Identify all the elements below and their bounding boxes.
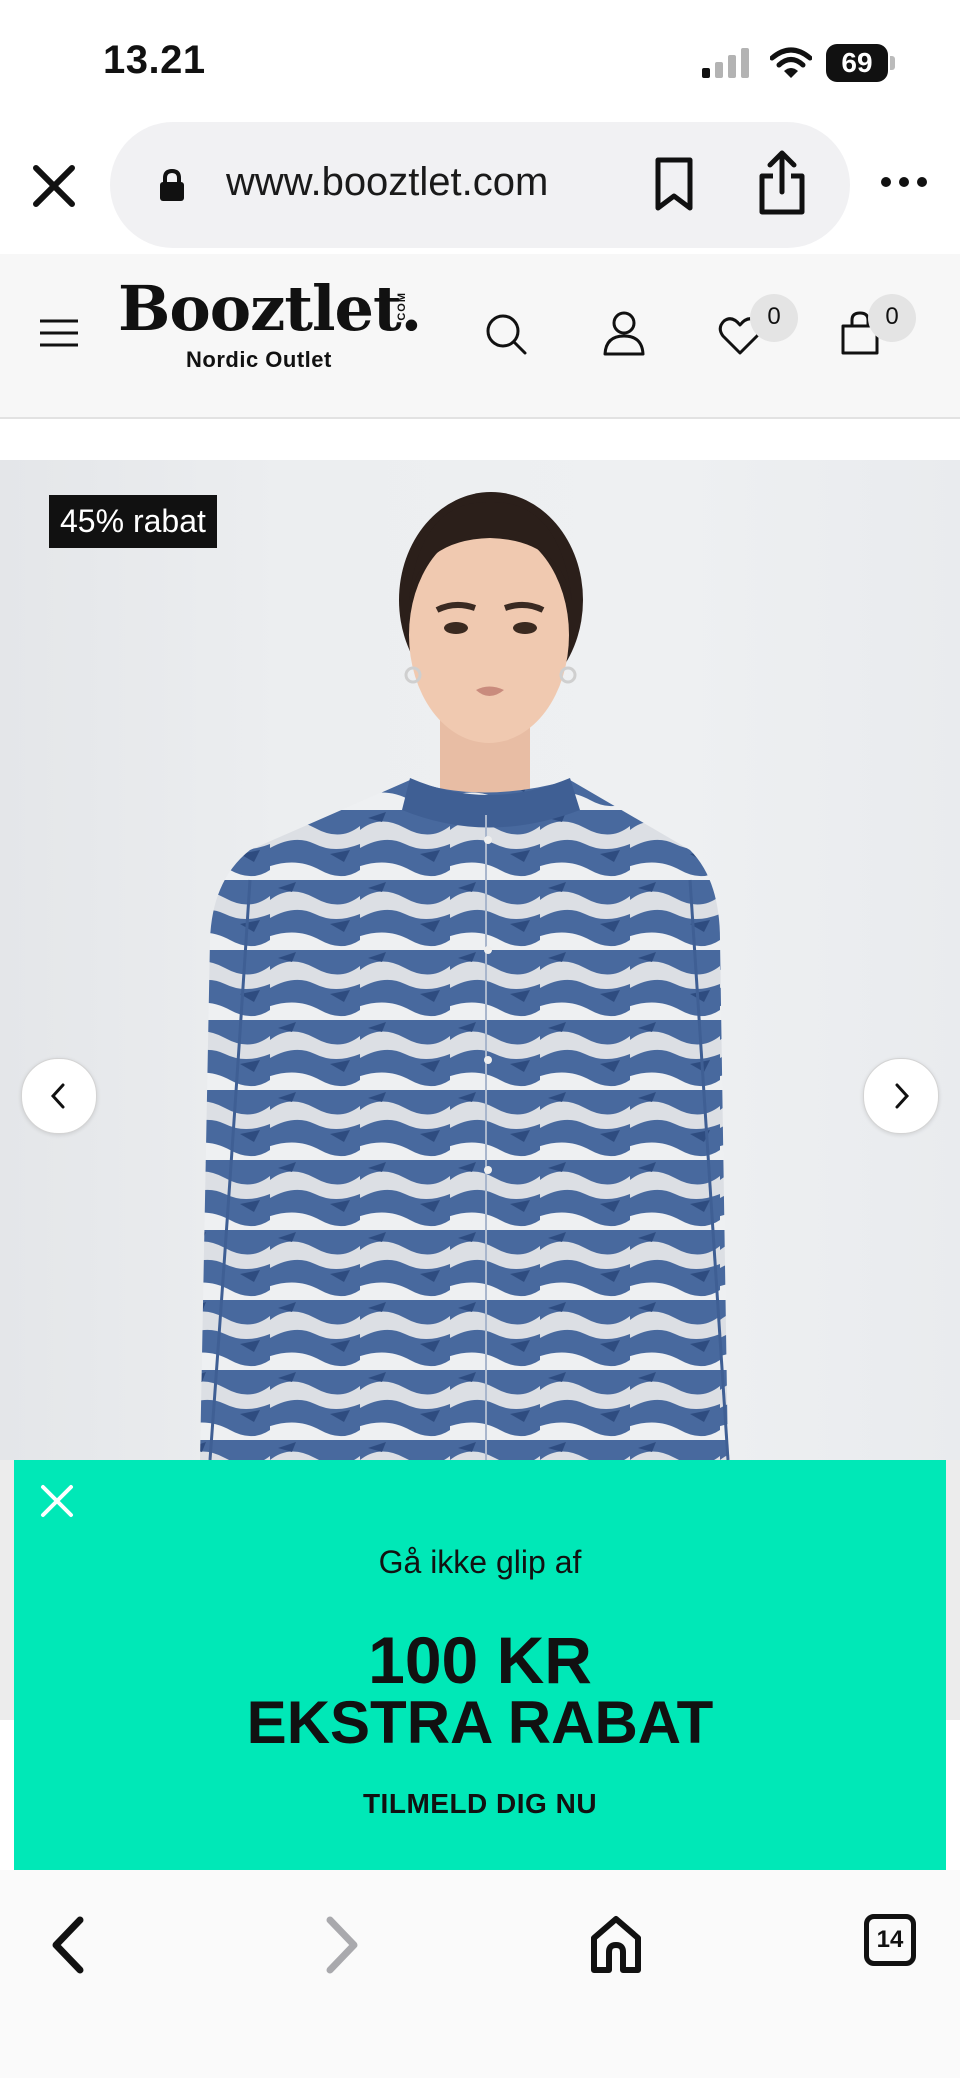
battery-level: 69 <box>826 44 888 82</box>
bookmark-icon[interactable] <box>652 156 696 212</box>
status-time: 13.21 <box>103 38 206 82</box>
chevron-right-icon <box>895 1083 910 1109</box>
discount-badge: 45% rabat <box>49 495 217 548</box>
share-icon[interactable] <box>756 150 808 216</box>
close-icon[interactable] <box>28 160 80 212</box>
wishlist-count-badge: 0 <box>750 294 798 342</box>
lock-icon <box>160 168 184 201</box>
previous-image-button[interactable] <box>21 1058 97 1134</box>
signup-cta[interactable]: TILMELD DIG NU <box>0 1788 960 1820</box>
logo-subtitle: Nordic Outlet <box>186 347 332 372</box>
forward-icon[interactable] <box>324 1916 360 1974</box>
search-icon[interactable] <box>484 312 528 356</box>
cart-count-badge: 0 <box>868 294 916 342</box>
next-image-button[interactable] <box>863 1058 939 1134</box>
battery-icon: 69 <box>826 44 896 82</box>
promo-title: EKSTRA RABAT <box>246 1689 714 1756</box>
more-icon[interactable] <box>880 172 928 192</box>
browser-toolbar <box>0 1870 960 2078</box>
promo-headline: Gå ikke glip af <box>378 1544 582 1580</box>
site-logo[interactable]: Booztlet. <box>118 272 422 345</box>
cellular-signal-icon <box>702 48 749 78</box>
close-icon[interactable] <box>40 1484 74 1518</box>
home-icon[interactable] <box>588 1914 644 1974</box>
chevron-left-icon <box>50 1083 65 1109</box>
wifi-icon <box>770 47 812 78</box>
url-text[interactable]: www.booztlet.com <box>226 160 548 205</box>
promo-amount: 100 KR <box>368 1623 592 1697</box>
account-icon[interactable] <box>602 310 646 356</box>
menu-icon[interactable] <box>38 318 80 348</box>
back-icon[interactable] <box>50 1916 86 1974</box>
tabs-button[interactable]: 14 <box>864 1914 916 1966</box>
logo-com: COM <box>396 292 408 321</box>
